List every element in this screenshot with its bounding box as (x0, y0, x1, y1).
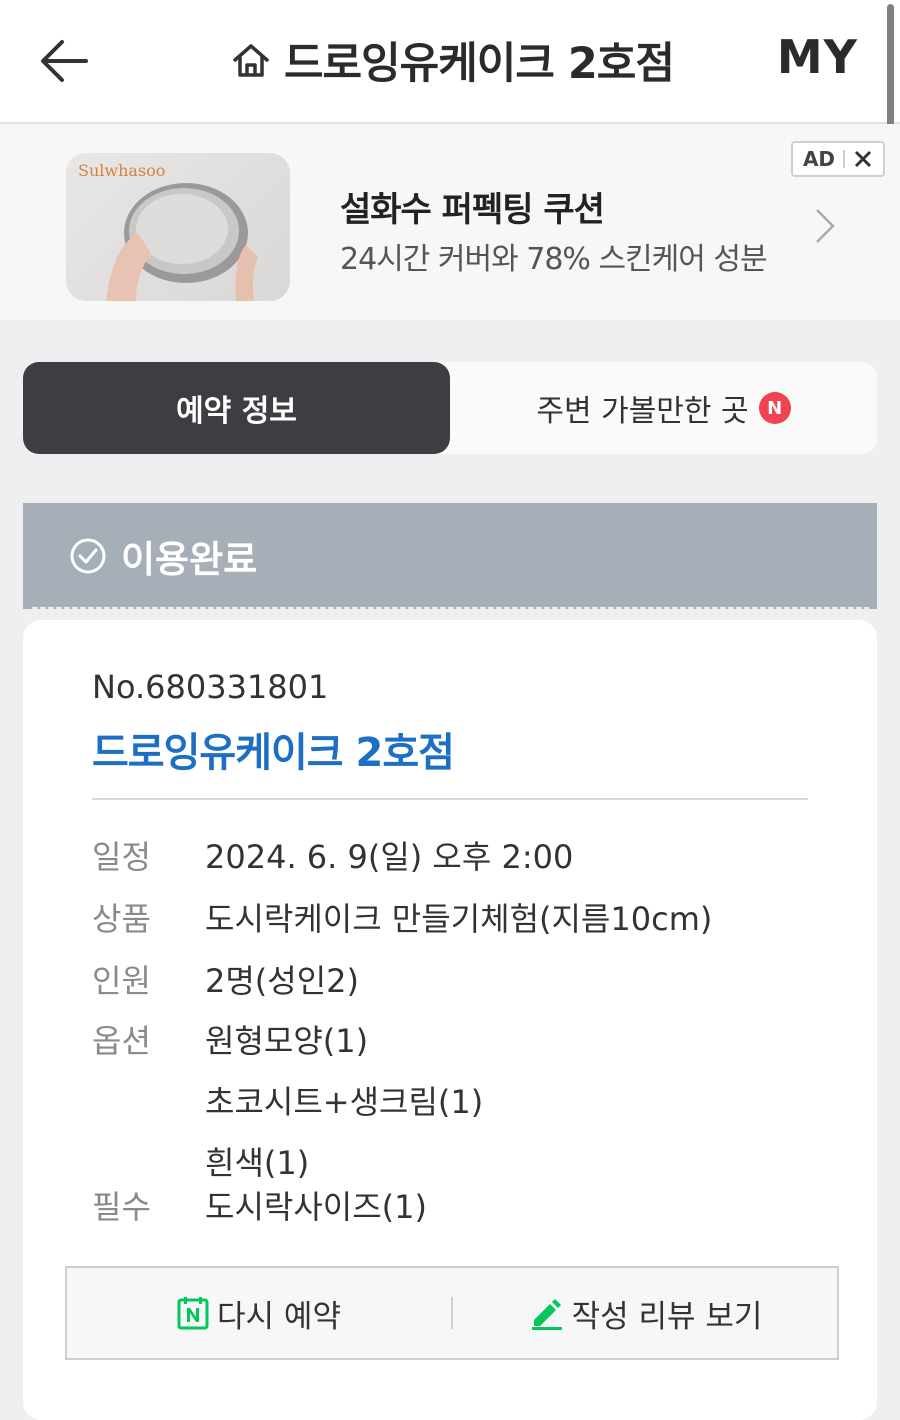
ad-product-image: Sulwhasoo (66, 153, 290, 301)
ad-banner[interactable]: Sulwhasoo 설화수 퍼펙팅 쿠션 24시간 커버와 78% 스킨케어 성… (0, 124, 900, 320)
new-badge: N (758, 392, 791, 424)
info-row-options: 옵션 원형모양(1) 초코시트+생크림(1) 흰색(1) (92, 1016, 483, 1184)
close-icon (854, 150, 872, 168)
info-row-required: 필수 도시락사이즈(1) (92, 1182, 427, 1228)
ad-brand-logo: Sulwhasoo (78, 161, 166, 180)
store-name-link[interactable]: 드로잉유케이크 2호점 (92, 720, 455, 778)
info-label: 인원 (92, 962, 151, 1000)
info-row-schedule: 일정 2024. 6. 9(일) 오후 2:00 (92, 832, 573, 878)
review-label: 작성 리뷰 보기 (571, 1298, 763, 1335)
info-value: 흰색(1) (205, 1144, 310, 1182)
home-icon (233, 44, 269, 77)
page-title: 드로잉유케이크 2호점 (284, 39, 675, 89)
info-row-people: 인원 2명(성인2) (92, 956, 359, 1002)
back-button[interactable] (30, 30, 100, 92)
info-label: 일정 (92, 838, 151, 876)
tab-nearby-places[interactable]: 주변 가볼만한 곳 N (450, 362, 877, 454)
rebook-button[interactable]: 다시 예약 (67, 1268, 451, 1358)
back-arrow-icon (41, 40, 88, 82)
reservation-card: No.680331801 드로잉유케이크 2호점 일정 2024. 6. 9(일… (23, 620, 877, 1420)
tab-bar: 예약 정보 주변 가볼만한 곳 N (23, 362, 877, 454)
tab-reservation-info[interactable]: 예약 정보 (23, 362, 450, 454)
info-label: 필수 (92, 1188, 151, 1226)
pencil-icon (531, 1299, 562, 1330)
rebook-label: 다시 예약 (217, 1298, 341, 1335)
divider (92, 798, 808, 800)
top-header: 드로잉유케이크 2호점 MY (0, 0, 900, 124)
action-bar: 다시 예약 작성 리뷰 보기 (65, 1266, 839, 1360)
reservation-number: No.680331801 (92, 668, 329, 706)
header-title-group[interactable]: 드로잉유케이크 2호점 (230, 28, 675, 92)
ad-label: AD (802, 147, 836, 171)
info-value: 도시락케이크 만들기체험(지름10cm) (205, 900, 713, 938)
info-value: 도시락사이즈(1) (205, 1188, 427, 1226)
info-label: 옵션 (92, 1022, 151, 1060)
ad-subtitle: 24시간 커버와 78% 스킨케어 성분 (340, 242, 768, 277)
info-row-product: 상품 도시락케이크 만들기체험(지름10cm) (92, 894, 712, 940)
ad-close-badge[interactable]: AD (791, 141, 885, 177)
info-value: 2024. 6. 9(일) 오후 2:00 (205, 838, 574, 876)
status-label: 이용완료 (121, 538, 258, 581)
my-page-button[interactable]: MY (777, 30, 858, 84)
view-review-button[interactable]: 작성 리뷰 보기 (453, 1268, 837, 1358)
status-banner: 이용완료 (23, 503, 877, 611)
info-value: 초코시트+생크림(1) (205, 1083, 484, 1121)
tab-nearby-label: 주변 가볼만한 곳 (536, 394, 749, 429)
check-circle-icon (70, 538, 106, 574)
info-label: 상품 (92, 900, 151, 938)
naver-calendar-icon (177, 1297, 209, 1330)
ad-badge-divider (843, 150, 846, 168)
info-value: 2명(성인2) (205, 962, 360, 1000)
ad-title: 설화수 퍼펙팅 쿠션 (340, 190, 605, 230)
chevron-right-icon (816, 209, 835, 243)
info-value: 원형모양(1) (205, 1022, 369, 1060)
